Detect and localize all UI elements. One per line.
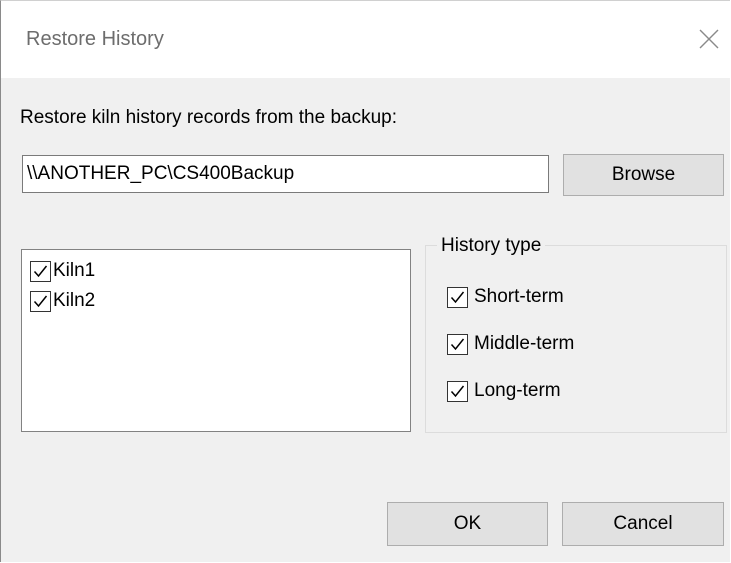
short-term-label: Short-term bbox=[474, 286, 564, 307]
middle-term-checkbox[interactable] bbox=[447, 333, 468, 355]
browse-button[interactable]: Browse bbox=[563, 154, 724, 196]
history-type-legend: History type bbox=[437, 234, 546, 258]
short-term-checkbox[interactable] bbox=[447, 286, 468, 308]
check-icon bbox=[33, 265, 48, 277]
kiln2-checkbox[interactable] bbox=[30, 290, 51, 312]
title-bar: Restore History bbox=[1, 1, 730, 78]
check-icon bbox=[450, 385, 465, 397]
long-term-label: Long-term bbox=[474, 380, 561, 401]
backup-prompt-label: Restore kiln history records from the ba… bbox=[20, 107, 397, 128]
check-icon bbox=[450, 291, 465, 303]
kiln1-checkbox[interactable] bbox=[30, 260, 51, 282]
restore-history-dialog: Restore History Restore kiln history rec… bbox=[0, 0, 730, 562]
kiln-item-label: Kiln1 bbox=[53, 260, 96, 281]
long-term-checkbox[interactable] bbox=[447, 380, 468, 402]
dialog-title: Restore History bbox=[26, 28, 164, 50]
check-icon bbox=[450, 338, 465, 350]
long-term-option[interactable]: Long-term bbox=[447, 378, 561, 404]
close-icon bbox=[699, 29, 719, 49]
middle-term-option[interactable]: Middle-term bbox=[447, 331, 574, 357]
kiln-item-label: Kiln2 bbox=[53, 290, 96, 311]
kiln-item-kiln2[interactable]: Kiln2 bbox=[30, 289, 95, 313]
backup-path-input[interactable] bbox=[22, 155, 549, 193]
ok-button[interactable]: OK bbox=[387, 502, 548, 546]
middle-term-label: Middle-term bbox=[474, 333, 575, 354]
kiln-item-kiln1[interactable]: Kiln1 bbox=[30, 259, 95, 283]
cancel-button[interactable]: Cancel bbox=[562, 502, 724, 546]
kiln-checklist[interactable]: Kiln1 Kiln2 bbox=[21, 249, 411, 432]
short-term-option[interactable]: Short-term bbox=[447, 284, 564, 310]
close-button[interactable] bbox=[693, 23, 725, 55]
check-icon bbox=[33, 295, 48, 307]
